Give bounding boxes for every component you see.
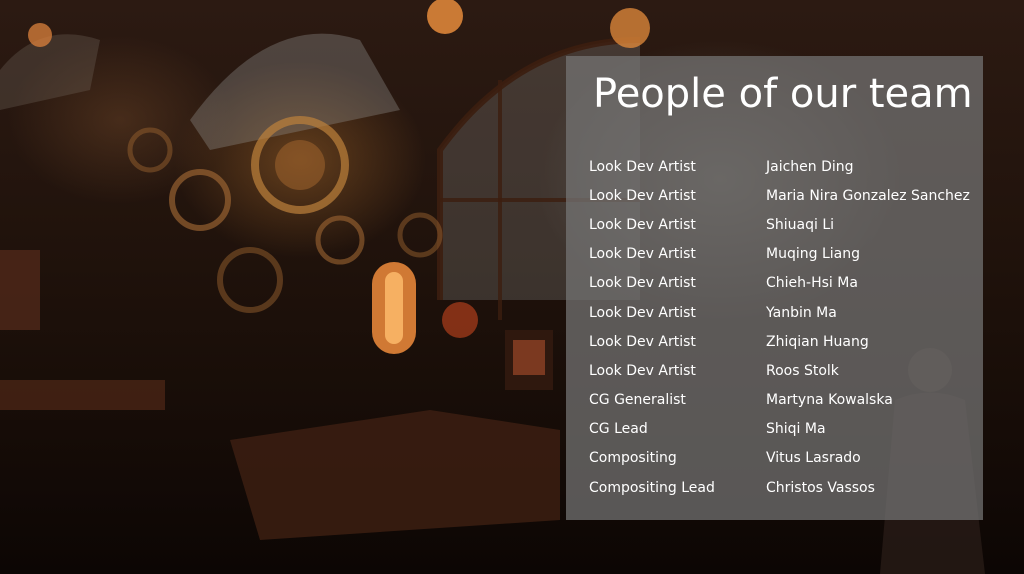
team-member-row: CG Lead Shiqi Ma <box>589 415 979 444</box>
member-role: CG Lead <box>589 421 648 438</box>
team-member-row: Look Dev Artist Shiuaqi Li <box>589 210 979 239</box>
member-role: Compositing Lead <box>589 479 715 496</box>
slide: People of our team Look Dev Artist Jaich… <box>0 0 1024 574</box>
member-name: Zhiqian Huang <box>766 333 869 350</box>
team-roster: Look Dev Artist Jaichen Ding Look Dev Ar… <box>589 152 979 502</box>
member-name: Maria Nira Gonzalez Sanchez <box>766 187 970 204</box>
member-role: Look Dev Artist <box>589 216 696 233</box>
member-name: Shiuaqi Li <box>766 216 835 233</box>
member-name: Chieh-Hsi Ma <box>766 275 858 292</box>
member-role: Compositing <box>589 450 677 467</box>
team-member-row: Compositing Lead Christos Vassos <box>589 473 979 502</box>
member-name: Yanbin Ma <box>766 304 837 321</box>
member-role: Look Dev Artist <box>589 333 696 350</box>
member-role: Look Dev Artist <box>589 246 696 263</box>
member-role: Look Dev Artist <box>589 304 696 321</box>
member-name: Jaichen Ding <box>766 158 854 175</box>
team-member-row: Look Dev Artist Jaichen Ding <box>589 152 979 181</box>
team-member-row: Compositing Vitus Lasrado <box>589 444 979 473</box>
member-role: Look Dev Artist <box>589 158 696 175</box>
member-name: Shiqi Ma <box>766 421 826 438</box>
member-name: Muqing Liang <box>766 246 860 263</box>
member-role: Look Dev Artist <box>589 187 696 204</box>
team-member-row: Look Dev Artist Roos Stolk <box>589 356 979 385</box>
slide-title: People of our team <box>593 71 973 117</box>
member-name: Christos Vassos <box>766 479 875 496</box>
team-member-row: Look Dev Artist Muqing Liang <box>589 240 979 269</box>
member-name: Vitus Lasrado <box>766 450 861 467</box>
team-member-row: Look Dev Artist Yanbin Ma <box>589 298 979 327</box>
member-role: CG Generalist <box>589 392 686 409</box>
team-member-row: Look Dev Artist Maria Nira Gonzalez Sanc… <box>589 181 979 210</box>
team-member-row: Look Dev Artist Chieh-Hsi Ma <box>589 269 979 298</box>
member-name: Martyna Kowalska <box>766 392 893 409</box>
team-member-row: CG Generalist Martyna Kowalska <box>589 386 979 415</box>
member-role: Look Dev Artist <box>589 275 696 292</box>
member-role: Look Dev Artist <box>589 362 696 379</box>
team-member-row: Look Dev Artist Zhiqian Huang <box>589 327 979 356</box>
member-name: Roos Stolk <box>766 362 839 379</box>
